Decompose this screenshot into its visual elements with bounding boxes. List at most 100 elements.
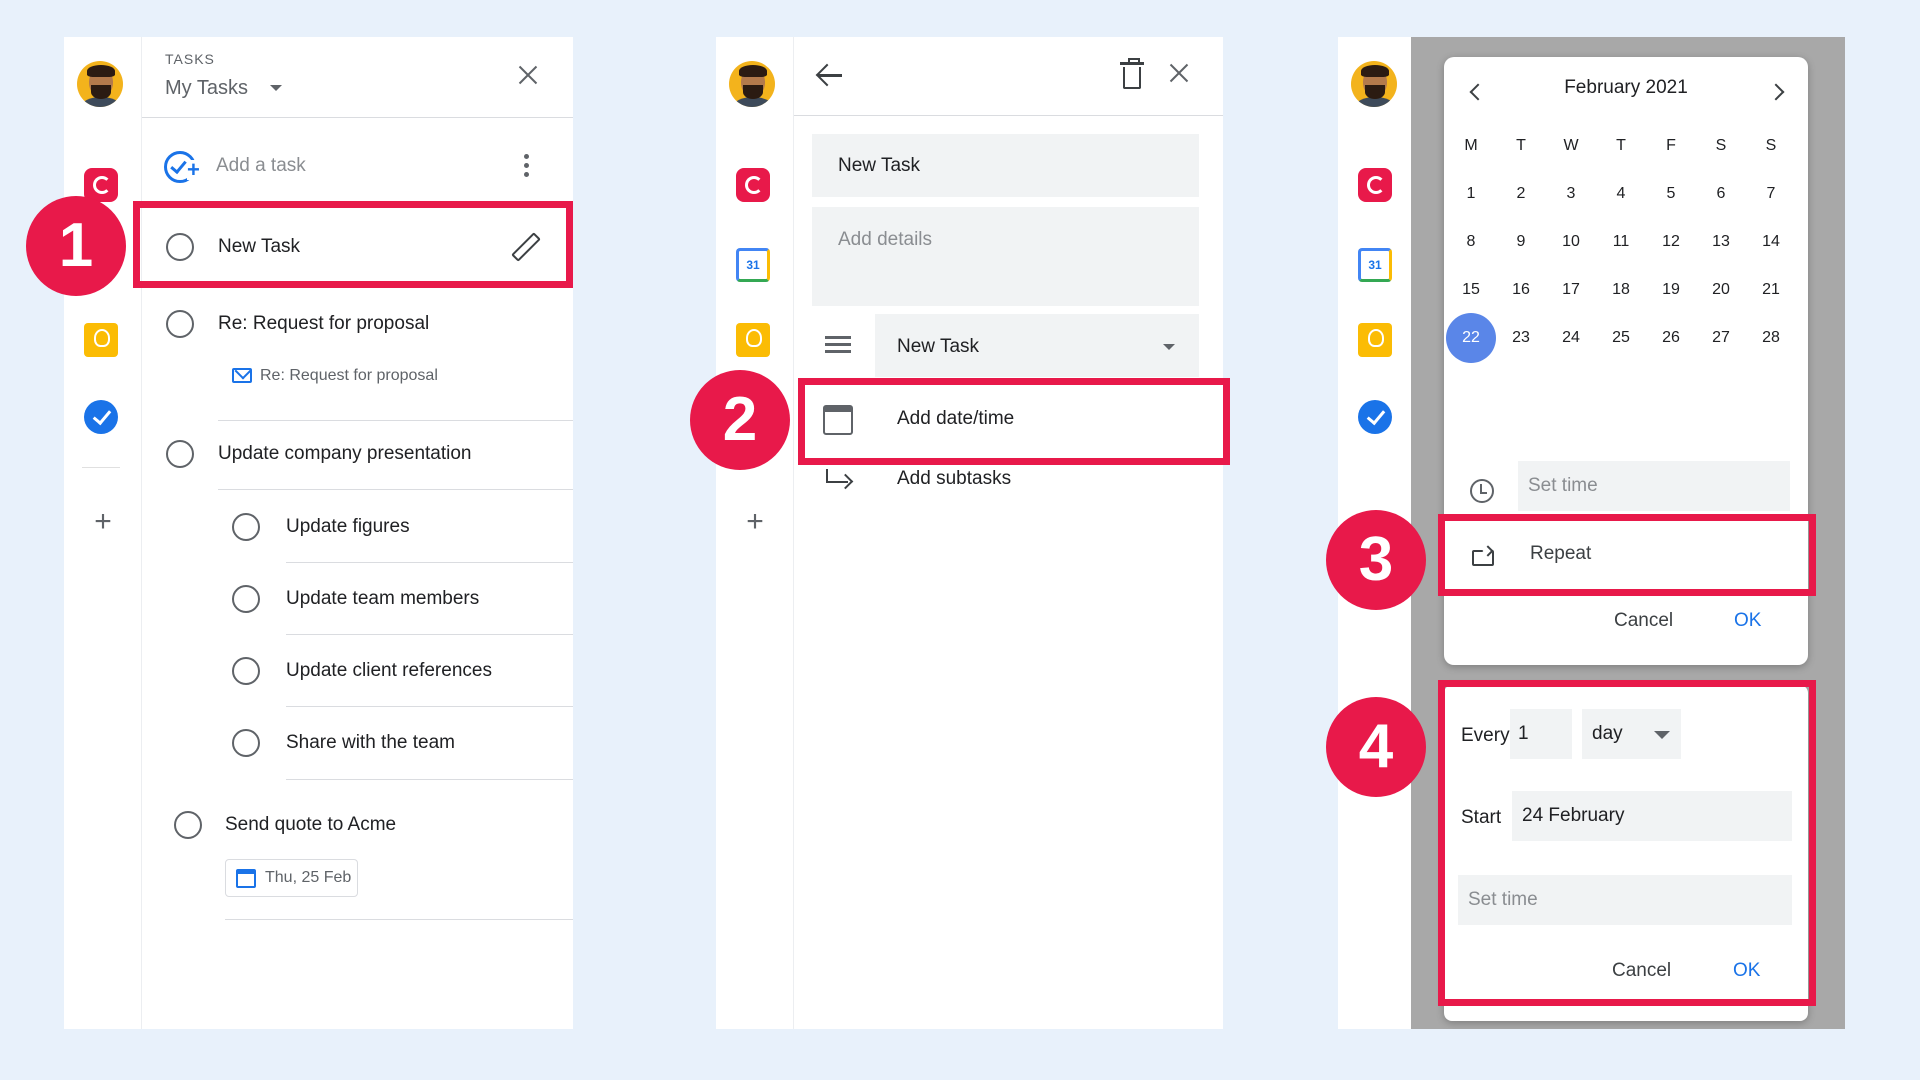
ok-button[interactable]: OK — [1734, 610, 1761, 632]
calendar-day[interactable]: 25 — [1596, 329, 1646, 347]
delete-icon[interactable] — [1120, 58, 1144, 89]
red-app-icon[interactable] — [1358, 168, 1392, 202]
calendar-day[interactable]: 3 — [1546, 185, 1596, 203]
calendar-day[interactable]: 28 — [1746, 329, 1796, 347]
month-title: February 2021 — [1564, 77, 1688, 98]
tasks-panel-list: + TASKS My Tasks Add a task New Task Re:… — [64, 37, 573, 1029]
subtask-checkbox[interactable] — [232, 729, 260, 757]
calendar-day[interactable]: 21 — [1746, 281, 1796, 299]
add-task-icon[interactable] — [164, 151, 200, 183]
avatar[interactable] — [729, 61, 775, 107]
calendar-day[interactable]: 9 — [1496, 233, 1546, 251]
task-title-value: New Task — [838, 155, 921, 176]
close-icon[interactable] — [1167, 61, 1191, 85]
step-badge-4: 4 — [1326, 697, 1426, 797]
header-divider — [794, 115, 1223, 116]
avatar[interactable] — [1351, 61, 1397, 107]
list-select[interactable]: New Task — [875, 314, 1199, 377]
calendar-day[interactable]: 20 — [1696, 281, 1746, 299]
task-checkbox[interactable] — [166, 310, 194, 338]
subtask-title[interactable]: Update team members — [286, 588, 479, 610]
calendar-day[interactable]: 14 — [1746, 233, 1796, 251]
more-options-icon[interactable] — [524, 154, 530, 178]
email-link[interactable]: Re: Request for proposal — [260, 367, 438, 385]
subtask-title[interactable]: Share with the team — [286, 732, 455, 754]
task-title[interactable]: Update company presentation — [218, 443, 472, 465]
list-select-value: New Task — [897, 336, 980, 357]
details-field[interactable]: Add details — [812, 207, 1199, 306]
keep-icon[interactable] — [736, 323, 770, 357]
add-app-icon[interactable]: + — [742, 507, 768, 537]
avatar[interactable] — [77, 61, 123, 107]
side-rail: 31 + — [716, 37, 794, 1029]
task-title[interactable]: Send quote to Acme — [225, 814, 396, 836]
calendar-day[interactable]: 8 — [1446, 233, 1496, 251]
header-label: TASKS — [165, 51, 215, 67]
red-app-icon[interactable] — [736, 168, 770, 202]
calendar-day[interactable]: 26 — [1646, 329, 1696, 347]
calendar-day[interactable]: 17 — [1546, 281, 1596, 299]
calendar-app-icon[interactable]: 31 — [1358, 248, 1392, 282]
list-selector[interactable]: My Tasks — [165, 77, 248, 100]
calendar-day[interactable]: 11 — [1596, 233, 1646, 251]
calendar-day[interactable]: 23 — [1496, 329, 1546, 347]
cancel-button[interactable]: Cancel — [1614, 610, 1673, 632]
calendar-day[interactable]: 7 — [1746, 185, 1796, 203]
task-checkbox[interactable] — [166, 440, 194, 468]
calendar-day[interactable]: 16 — [1496, 281, 1546, 299]
weekday-label: T — [1616, 137, 1626, 154]
subtask-checkbox[interactable] — [232, 585, 260, 613]
calendar-app-icon[interactable]: 31 — [736, 248, 770, 282]
keep-icon[interactable] — [1358, 323, 1392, 357]
subtask-title[interactable]: Update figures — [286, 516, 410, 538]
calendar-day[interactable]: 2 — [1496, 185, 1546, 203]
due-date-text: Thu, 25 Feb — [265, 869, 352, 886]
selected-day[interactable]: 22 — [1446, 313, 1496, 363]
highlight-add-date — [798, 378, 1230, 465]
header-divider — [142, 117, 573, 118]
weekday-label: W — [1563, 137, 1579, 154]
task-title[interactable]: Re: Request for proposal — [218, 313, 429, 335]
calendar-day[interactable]: 19 — [1646, 281, 1696, 299]
keep-icon[interactable] — [84, 323, 118, 357]
calendar-day[interactable]: 27 — [1696, 329, 1746, 347]
highlight-new-task — [133, 201, 573, 288]
chevron-down-icon[interactable] — [270, 85, 282, 91]
due-date-chip[interactable]: Thu, 25 Feb — [225, 859, 358, 897]
add-task-button[interactable]: Add a task — [216, 155, 306, 177]
tasks-app-icon[interactable] — [1358, 400, 1392, 434]
subtask-divider — [286, 634, 573, 635]
subtask-title[interactable]: Update client references — [286, 660, 492, 682]
add-app-icon[interactable]: + — [90, 507, 116, 537]
calendar-day[interactable]: 4 — [1596, 185, 1646, 203]
dropdown-arrow-icon — [1163, 344, 1175, 350]
set-time-field[interactable]: Set time — [1518, 461, 1790, 511]
step-badge-2: 2 — [690, 370, 790, 470]
calendar-day[interactable]: 15 — [1446, 281, 1496, 299]
add-subtasks-button[interactable]: Add subtasks — [897, 468, 1011, 490]
tasks-app-icon[interactable] — [84, 400, 118, 434]
calendar-day[interactable]: 13 — [1696, 233, 1746, 251]
calendar-day[interactable]: 12 — [1646, 233, 1696, 251]
subtask-checkbox[interactable] — [232, 513, 260, 541]
subtask-checkbox[interactable] — [232, 657, 260, 685]
task-title-field[interactable]: New Task — [812, 134, 1199, 197]
step-badge-3: 3 — [1326, 510, 1426, 610]
task-checkbox[interactable] — [174, 811, 202, 839]
back-arrow-icon[interactable] — [816, 63, 844, 87]
weekday-label: S — [1765, 137, 1777, 154]
weekday-label: M — [1464, 137, 1478, 154]
calendar-day[interactable]: 10 — [1546, 233, 1596, 251]
subtask-arrow-icon — [824, 469, 852, 491]
close-icon[interactable] — [516, 63, 540, 87]
calendar-day[interactable]: 6 — [1696, 185, 1746, 203]
calendar-day[interactable]: 1 — [1446, 185, 1496, 203]
highlight-repeat-settings — [1438, 680, 1816, 1006]
task-divider — [225, 919, 573, 920]
calendar-day[interactable]: 5 — [1646, 185, 1696, 203]
calendar-day[interactable]: 24 — [1546, 329, 1596, 347]
weekday-label: F — [1666, 137, 1676, 154]
calendar-day[interactable]: 18 — [1596, 281, 1646, 299]
side-rail: + — [64, 37, 142, 1029]
step-badge-1: 1 — [26, 196, 126, 296]
